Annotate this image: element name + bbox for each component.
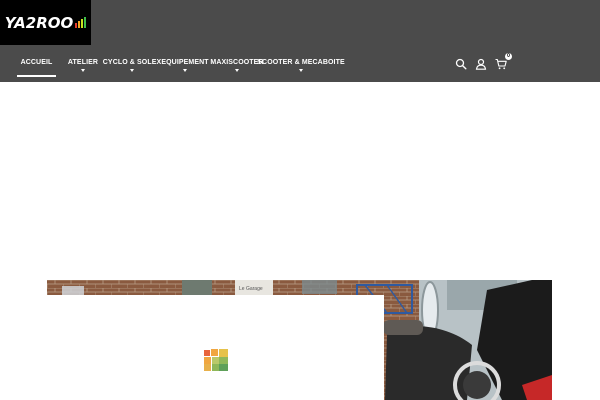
nav-item-cyclo-solex[interactable]: CYCLO & SOLEX [103, 58, 161, 78]
nav-item-maxiscooter[interactable]: MAXISCOOTER [210, 58, 264, 78]
nav-item-atelier[interactable]: ATELIER [65, 58, 101, 78]
logo-bar [81, 19, 84, 28]
logo-bar [78, 21, 81, 28]
header-tools: 0 [455, 53, 512, 70]
loader-square [219, 357, 228, 364]
nav-label: CYCLO & SOLEX [102, 59, 162, 66]
cart-icon[interactable]: 0 [495, 53, 512, 70]
logo-text: YA2ROO [4, 13, 74, 32]
loader-square [212, 357, 219, 364]
site-header: YA2ROO ACCUEIL ATELIER CYCLO & SOLEX EQU… [0, 0, 600, 82]
logo-bar [84, 17, 87, 28]
loader-square [204, 364, 211, 371]
loader-square [219, 364, 228, 371]
loader-square [204, 350, 210, 356]
nav-item-equipement[interactable]: EQUIPEMENT [161, 58, 209, 78]
nav-item-scooter-mecaboite[interactable]: SCOOTER & MECABOITE [257, 58, 345, 78]
loader-square [211, 349, 218, 356]
chevron-down-icon [235, 69, 239, 72]
cart-count-badge: 0 [505, 53, 512, 60]
search-icon[interactable] [455, 57, 467, 70]
logo-bars [75, 17, 87, 28]
chevron-down-icon [81, 69, 85, 72]
nav-label: EQUIPEMENT [161, 59, 209, 66]
user-icon[interactable] [475, 57, 487, 70]
logo-bar [75, 23, 78, 28]
chevron-down-icon [299, 69, 303, 72]
nav-label: MAXISCOOTER [210, 59, 264, 66]
loader-overlay [0, 295, 384, 400]
loading-squares-icon [204, 349, 228, 371]
chevron-down-icon [183, 69, 187, 72]
nav-item-accueil[interactable]: ACCUEIL [17, 58, 56, 77]
loader-square [212, 364, 219, 371]
hero-sign-text: Le Garage [239, 286, 263, 292]
main-nav: ACCUEIL ATELIER CYCLO & SOLEX EQUIPEMENT… [17, 58, 345, 78]
loader-square [204, 357, 211, 364]
chevron-down-icon [130, 69, 134, 72]
nav-label: ATELIER [67, 59, 99, 66]
nav-label: SCOOTER & MECABOITE [257, 59, 345, 66]
site-logo[interactable]: YA2ROO [0, 0, 91, 45]
nav-label: ACCUEIL [20, 59, 53, 66]
loader-square [219, 349, 228, 357]
